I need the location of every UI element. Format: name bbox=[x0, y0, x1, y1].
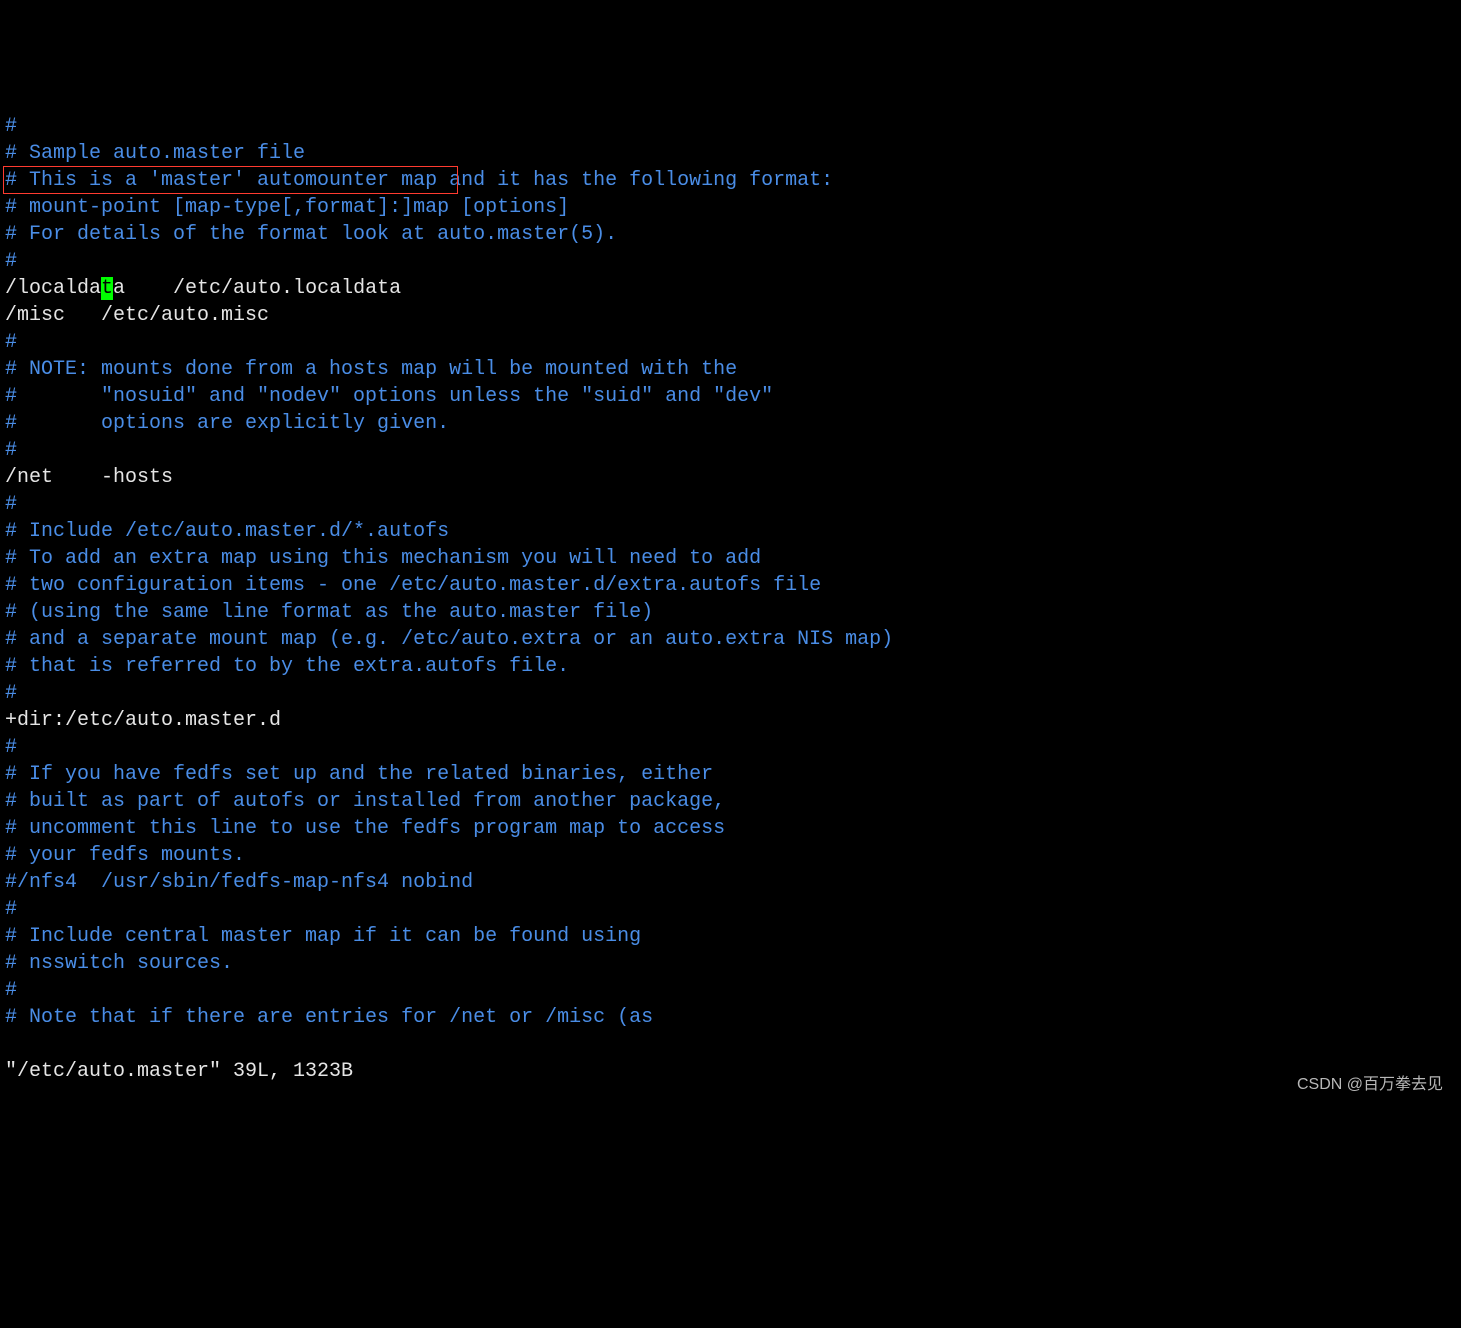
code-line[interactable]: # NOTE: mounts done from a hosts map wil… bbox=[5, 356, 1456, 383]
code-line[interactable]: # To add an extra map using this mechani… bbox=[5, 545, 1456, 572]
code-line[interactable]: /misc /etc/auto.misc bbox=[5, 302, 1456, 329]
watermark: CSDN @百万拳去见 bbox=[1297, 1074, 1443, 1096]
code-line[interactable]: # Include central master map if it can b… bbox=[5, 923, 1456, 950]
code-line[interactable]: # nsswitch sources. bbox=[5, 950, 1456, 977]
text-after-cursor: a /etc/auto.localdata bbox=[113, 277, 401, 300]
code-line[interactable]: # For details of the format look at auto… bbox=[5, 221, 1456, 248]
code-line[interactable]: # bbox=[5, 248, 1456, 275]
code-line[interactable]: # bbox=[5, 896, 1456, 923]
code-line[interactable]: # bbox=[5, 680, 1456, 707]
code-line[interactable]: # built as part of autofs or installed f… bbox=[5, 788, 1456, 815]
code-line[interactable]: # two configuration items - one /etc/aut… bbox=[5, 572, 1456, 599]
code-line[interactable]: # This is a 'master' automounter map and… bbox=[5, 167, 1456, 194]
code-line[interactable]: #/nfs4 /usr/sbin/fedfs-map-nfs4 nobind bbox=[5, 869, 1456, 896]
code-line[interactable]: # bbox=[5, 437, 1456, 464]
code-line[interactable]: +dir:/etc/auto.master.d bbox=[5, 707, 1456, 734]
code-line[interactable]: # mount-point [map-type[,format]:]map [o… bbox=[5, 194, 1456, 221]
code-line[interactable]: # options are explicitly given. bbox=[5, 410, 1456, 437]
text-before-cursor: /localda bbox=[5, 277, 101, 300]
vim-editor[interactable]: ## Sample auto.master file# This is a 'm… bbox=[5, 113, 1456, 1031]
code-line[interactable]: # bbox=[5, 977, 1456, 1004]
code-line[interactable]: /net -hosts bbox=[5, 464, 1456, 491]
code-line[interactable]: # Include /etc/auto.master.d/*.autofs bbox=[5, 518, 1456, 545]
code-line[interactable]: /localdata /etc/auto.localdata bbox=[5, 275, 1456, 302]
code-line[interactable]: # and a separate mount map (e.g. /etc/au… bbox=[5, 626, 1456, 653]
code-line[interactable]: # Sample auto.master file bbox=[5, 140, 1456, 167]
code-line[interactable]: # bbox=[5, 329, 1456, 356]
cursor: t bbox=[101, 277, 113, 300]
code-line[interactable]: # that is referred to by the extra.autof… bbox=[5, 653, 1456, 680]
code-line[interactable]: # bbox=[5, 734, 1456, 761]
code-line[interactable]: # If you have fedfs set up and the relat… bbox=[5, 761, 1456, 788]
code-line[interactable]: # bbox=[5, 113, 1456, 140]
code-line[interactable]: # your fedfs mounts. bbox=[5, 842, 1456, 869]
code-line[interactable]: # "nosuid" and "nodev" options unless th… bbox=[5, 383, 1456, 410]
code-line[interactable]: # (using the same line format as the aut… bbox=[5, 599, 1456, 626]
vim-status-line: "/etc/auto.master" 39L, 1323B bbox=[5, 1058, 1456, 1085]
code-line[interactable]: # uncomment this line to use the fedfs p… bbox=[5, 815, 1456, 842]
code-line[interactable]: # bbox=[5, 491, 1456, 518]
code-line[interactable]: # Note that if there are entries for /ne… bbox=[5, 1004, 1456, 1031]
